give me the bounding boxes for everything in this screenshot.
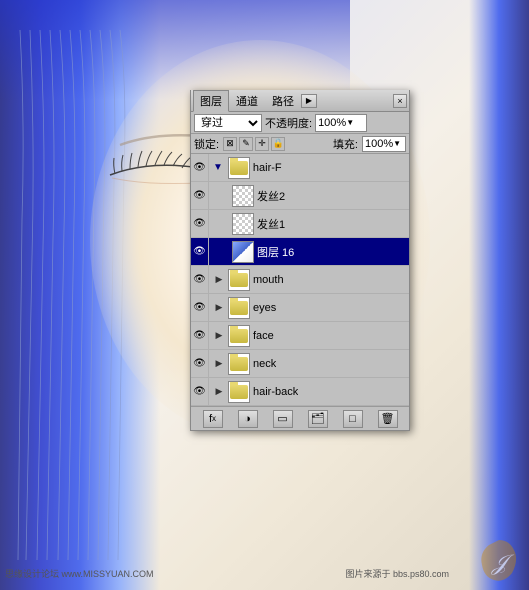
- adjustment-button[interactable]: ◑: [238, 410, 258, 428]
- layer-list: 👁 ▼ hair-F 👁 发丝2 👁: [191, 154, 409, 406]
- layer-eye-fassi1[interactable]: 👁: [191, 210, 209, 238]
- lock-pixels-button[interactable]: ✎: [239, 137, 253, 151]
- watermark-right: 图片来源于 bbs.ps80.com: [345, 567, 449, 580]
- layer-row-neck[interactable]: 👁 ▶ neck: [191, 350, 409, 378]
- layer-row-fassi2[interactable]: 👁 发丝2: [191, 182, 409, 210]
- layer-thumb-hair-back: [228, 381, 250, 403]
- hair-right: [469, 0, 529, 590]
- layer-eye-hair-back[interactable]: 👁: [191, 378, 209, 406]
- layer-thumb-hair-F: [228, 157, 250, 179]
- layer-eye-eyes[interactable]: 👁: [191, 294, 209, 322]
- expand-eyes[interactable]: ▶: [213, 302, 225, 314]
- layer-name-fassi2: 发丝2: [257, 188, 285, 204]
- logo-icon: 𝒥: [474, 535, 524, 585]
- layer-thumb-neck: [228, 353, 250, 375]
- lock-transparent-button[interactable]: ⊠: [223, 137, 237, 151]
- panel-menu-button[interactable]: ▶: [301, 94, 317, 108]
- layer-name-fassi1: 发丝1: [257, 216, 285, 232]
- tab-channels[interactable]: 通道: [229, 90, 265, 112]
- layer-thumb-fassi2: [232, 185, 254, 207]
- opacity-value[interactable]: 100%▼: [315, 114, 367, 132]
- expand-neck[interactable]: ▶: [213, 358, 225, 370]
- layer-row-mouth[interactable]: 👁 ▶ mouth: [191, 266, 409, 294]
- layer-name-hair-back: hair-back: [253, 386, 298, 398]
- layer-row-hair-F[interactable]: 👁 ▼ hair-F: [191, 154, 409, 182]
- opacity-label: 不透明度:: [265, 115, 312, 131]
- panel-bottom-toolbar: fx ◑ ▭ 🗂 □ 🗑: [191, 406, 409, 430]
- fx-button[interactable]: fx: [203, 410, 223, 428]
- lock-icons: ⊠ ✎ ✛ 🔒: [223, 137, 285, 151]
- blend-mode-select[interactable]: 穿过: [194, 114, 262, 132]
- layers-panel: 图层 通道 路径 ▶ × 穿过 不透明度: 100%▼ 锁定: ⊠ ✎ ✛ 🔒 …: [190, 90, 410, 431]
- layer-name-mouth: mouth: [253, 274, 284, 286]
- layer-thumb-eyes: [228, 297, 250, 319]
- layer-eye-fassi2[interactable]: 👁: [191, 182, 209, 210]
- layer-eye-mouth[interactable]: 👁: [191, 266, 209, 294]
- layer-thumb-face: [228, 325, 250, 347]
- layer-row-eyes[interactable]: 👁 ▶ eyes: [191, 294, 409, 322]
- layer-thumb-layer16: [232, 241, 254, 263]
- expand-hair-back[interactable]: ▶: [213, 386, 225, 398]
- panel-tabs: 图层 通道 路径 ▶ ×: [191, 90, 409, 112]
- layer-row-face[interactable]: 👁 ▶ face: [191, 322, 409, 350]
- lock-position-button[interactable]: ✛: [255, 137, 269, 151]
- new-layer-button[interactable]: □: [343, 410, 363, 428]
- layer-name-hair-F: hair-F: [253, 162, 282, 174]
- layer-row-layer16[interactable]: 👁 图层 16: [191, 238, 409, 266]
- expand-face[interactable]: ▶: [213, 330, 225, 342]
- layer-eye-hair-F[interactable]: 👁: [191, 154, 209, 182]
- panel-close-button[interactable]: ×: [393, 94, 407, 108]
- layer-eye-neck[interactable]: 👁: [191, 350, 209, 378]
- lock-label: 锁定:: [194, 136, 219, 152]
- watermark-left: 思缘设计论坛 www.MISSYUAN.COM: [5, 567, 154, 580]
- layer-thumb-mouth: [228, 269, 250, 291]
- lock-all-button[interactable]: 🔒: [271, 137, 285, 151]
- panel-controls-row1: 穿过 不透明度: 100%▼: [191, 112, 409, 134]
- mask-button[interactable]: ▭: [273, 410, 293, 428]
- expand-mouth[interactable]: ▶: [213, 274, 225, 286]
- layer-name-face: face: [253, 330, 274, 342]
- group-arrow-hair-F[interactable]: ▼: [213, 162, 223, 173]
- tab-paths[interactable]: 路径: [265, 90, 301, 112]
- layer-row-hair-back[interactable]: 👁 ▶ hair-back: [191, 378, 409, 406]
- layer-name-neck: neck: [253, 358, 276, 370]
- layer-name-layer16: 图层 16: [257, 244, 294, 260]
- layer-eye-layer16[interactable]: 👁: [191, 238, 209, 266]
- fill-label: 填充:: [333, 136, 358, 152]
- layer-name-eyes: eyes: [253, 302, 276, 314]
- new-group-button[interactable]: 🗂: [308, 410, 328, 428]
- layer-thumb-fassi1: [232, 213, 254, 235]
- delete-layer-button[interactable]: 🗑: [378, 410, 398, 428]
- layer-eye-face[interactable]: 👁: [191, 322, 209, 350]
- fill-value[interactable]: 100%▼: [362, 136, 406, 152]
- panel-controls-row2: 锁定: ⊠ ✎ ✛ 🔒 填充: 100%▼: [191, 134, 409, 154]
- tab-layers[interactable]: 图层: [193, 90, 229, 112]
- layer-row-fassi1[interactable]: 👁 发丝1: [191, 210, 409, 238]
